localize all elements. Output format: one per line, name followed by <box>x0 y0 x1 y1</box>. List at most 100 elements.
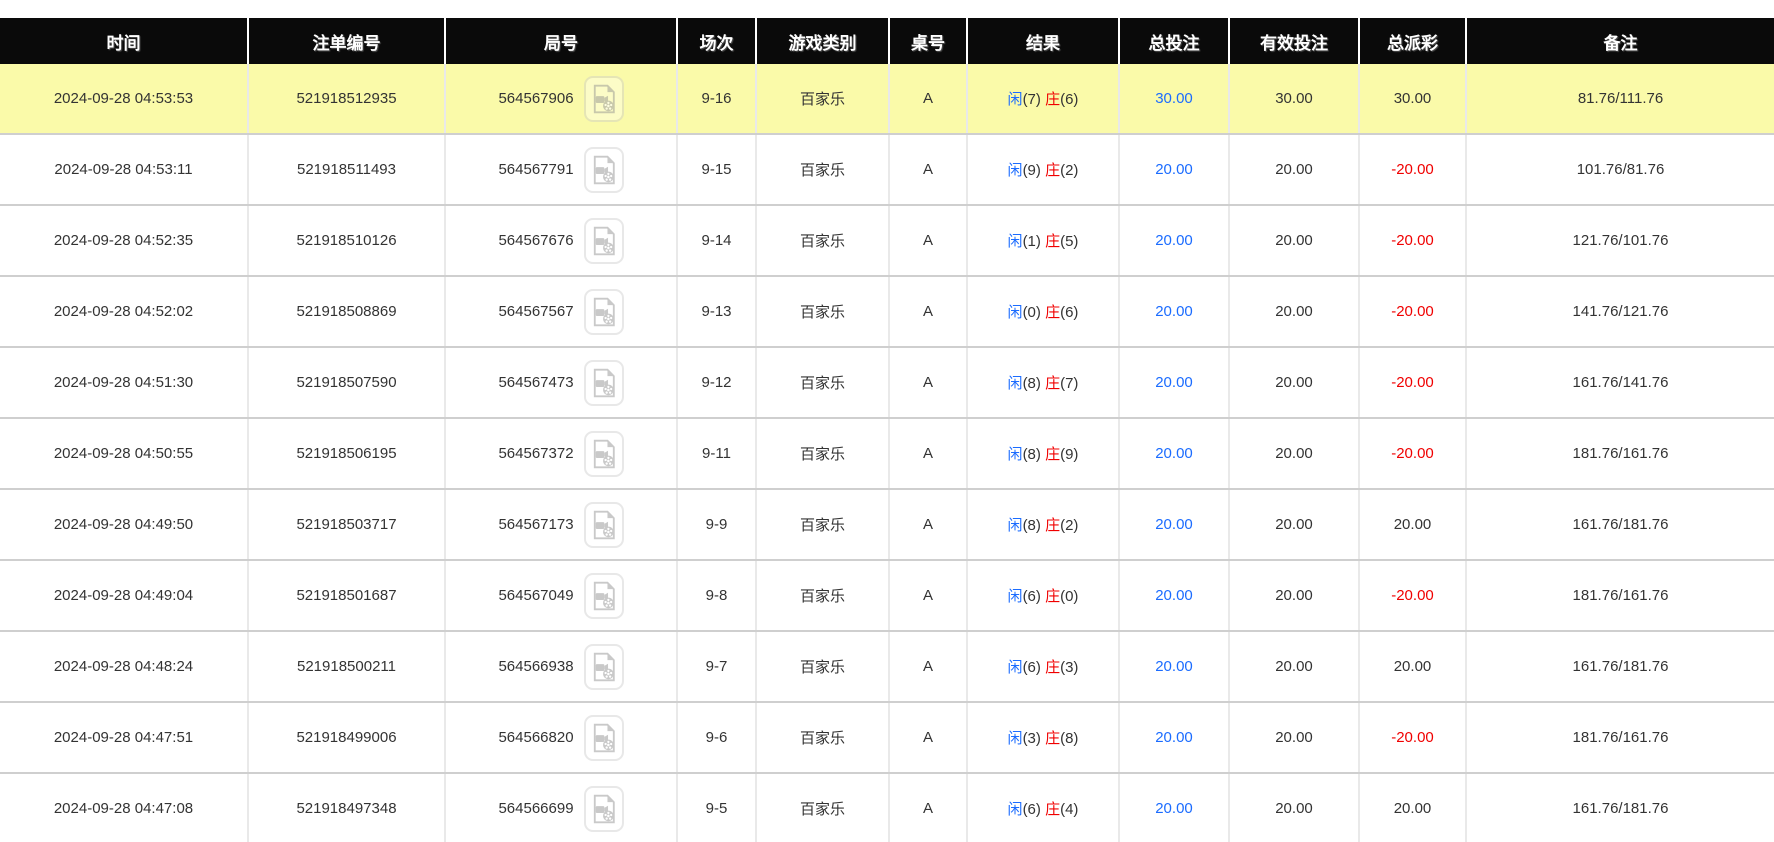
cell-payout: 30.00 <box>1359 64 1466 134</box>
result-player-score: (9) <box>1023 162 1041 179</box>
cell-payout: -20.00 <box>1359 134 1466 205</box>
cell-payout: -20.00 <box>1359 205 1466 276</box>
cell-session: 9-5 <box>677 773 756 842</box>
table-row: 2024-09-28 04:47:51 521918499006 5645668… <box>0 702 1774 773</box>
table-row: 2024-09-28 04:52:02 521918508869 5645675… <box>0 276 1774 347</box>
table-row: 2024-09-28 04:49:50 521918503717 5645671… <box>0 489 1774 560</box>
cell-time: 2024-09-28 04:50:55 <box>0 418 248 489</box>
result-player-label: 闲 <box>1008 162 1023 179</box>
result-player-label: 闲 <box>1008 446 1023 463</box>
video-replay-button[interactable] <box>584 786 624 832</box>
cell-result: 闲(0) 庄(6) <box>967 276 1119 347</box>
result-banker-label: 庄 <box>1045 446 1060 463</box>
cell-valid-bet: 20.00 <box>1229 347 1359 418</box>
cell-valid-bet: 30.00 <box>1229 64 1359 134</box>
table-row: 2024-09-28 04:48:24 521918500211 5645669… <box>0 631 1774 702</box>
cell-valid-bet: 20.00 <box>1229 134 1359 205</box>
cell-game-type: 百家乐 <box>756 773 889 842</box>
cell-table-no: A <box>889 631 967 702</box>
col-header-total-bet: 总投注 <box>1119 18 1229 64</box>
cell-game-type: 百家乐 <box>756 205 889 276</box>
cell-session: 9-8 <box>677 560 756 631</box>
cell-total-bet[interactable]: 30.00 <box>1119 64 1229 134</box>
video-file-icon <box>590 723 618 753</box>
round-id-text: 564566820 <box>498 729 573 746</box>
video-replay-button[interactable] <box>584 147 624 193</box>
cell-remark: 161.76/181.76 <box>1466 773 1774 842</box>
result-player-label: 闲 <box>1008 730 1023 747</box>
cell-total-bet[interactable]: 20.00 <box>1119 418 1229 489</box>
cell-remark: 181.76/161.76 <box>1466 560 1774 631</box>
cell-round-id: 564567567 <box>445 276 677 347</box>
cell-total-bet[interactable]: 20.00 <box>1119 205 1229 276</box>
cell-total-bet[interactable]: 20.00 <box>1119 347 1229 418</box>
cell-time: 2024-09-28 04:51:30 <box>0 347 248 418</box>
result-player-score: (3) <box>1023 730 1041 747</box>
col-header-round-id: 局号 <box>445 18 677 64</box>
cell-total-bet[interactable]: 20.00 <box>1119 276 1229 347</box>
cell-table-no: A <box>889 347 967 418</box>
cell-table-no: A <box>889 702 967 773</box>
cell-bet-id: 521918512935 <box>248 64 445 134</box>
cell-total-bet[interactable]: 20.00 <box>1119 773 1229 842</box>
cell-game-type: 百家乐 <box>756 560 889 631</box>
col-header-session: 场次 <box>677 18 756 64</box>
result-player-label: 闲 <box>1008 588 1023 605</box>
cell-bet-id: 521918507590 <box>248 347 445 418</box>
cell-bet-id: 521918497348 <box>248 773 445 842</box>
cell-round-id: 564566820 <box>445 702 677 773</box>
video-replay-button[interactable] <box>584 715 624 761</box>
result-player-score: (8) <box>1023 517 1041 534</box>
cell-game-type: 百家乐 <box>756 489 889 560</box>
cell-total-bet[interactable]: 20.00 <box>1119 560 1229 631</box>
cell-table-no: A <box>889 276 967 347</box>
video-replay-button[interactable] <box>584 431 624 477</box>
result-banker-score: (2) <box>1060 162 1078 179</box>
cell-game-type: 百家乐 <box>756 631 889 702</box>
cell-bet-id: 521918510126 <box>248 205 445 276</box>
cell-bet-id: 521918506195 <box>248 418 445 489</box>
video-replay-button[interactable] <box>584 218 624 264</box>
cell-total-bet[interactable]: 20.00 <box>1119 134 1229 205</box>
table-header: 时间 注单编号 局号 场次 游戏类别 桌号 结果 总投注 有效投注 总派彩 备注 <box>0 18 1774 64</box>
cell-total-bet[interactable]: 20.00 <box>1119 702 1229 773</box>
result-player-score: (7) <box>1023 91 1041 108</box>
cell-payout: 20.00 <box>1359 489 1466 560</box>
video-replay-button[interactable] <box>584 573 624 619</box>
cell-total-bet[interactable]: 20.00 <box>1119 631 1229 702</box>
cell-time: 2024-09-28 04:52:35 <box>0 205 248 276</box>
cell-session: 9-9 <box>677 489 756 560</box>
cell-session: 9-7 <box>677 631 756 702</box>
result-player-score: (6) <box>1023 659 1041 676</box>
cell-time: 2024-09-28 04:47:08 <box>0 773 248 842</box>
result-banker-score: (4) <box>1060 801 1078 818</box>
video-file-icon <box>590 155 618 185</box>
cell-bet-id: 521918499006 <box>248 702 445 773</box>
result-player-label: 闲 <box>1008 304 1023 321</box>
cell-round-id: 564567049 <box>445 560 677 631</box>
cell-total-bet[interactable]: 20.00 <box>1119 489 1229 560</box>
cell-table-no: A <box>889 560 967 631</box>
video-replay-button[interactable] <box>584 502 624 548</box>
cell-session: 9-6 <box>677 702 756 773</box>
cell-result: 闲(6) 庄(3) <box>967 631 1119 702</box>
video-replay-button[interactable] <box>584 289 624 335</box>
table-row: 2024-09-28 04:51:30 521918507590 5645674… <box>0 347 1774 418</box>
cell-result: 闲(8) 庄(9) <box>967 418 1119 489</box>
col-header-time: 时间 <box>0 18 248 64</box>
cell-table-no: A <box>889 773 967 842</box>
result-banker-label: 庄 <box>1045 375 1060 392</box>
video-file-icon <box>590 581 618 611</box>
cell-round-id: 564567906 <box>445 64 677 134</box>
video-file-icon <box>590 652 618 682</box>
col-header-payout: 总派彩 <box>1359 18 1466 64</box>
video-replay-button[interactable] <box>584 360 624 406</box>
round-id-text: 564567567 <box>498 303 573 320</box>
cell-valid-bet: 20.00 <box>1229 418 1359 489</box>
cell-remark: 161.76/181.76 <box>1466 631 1774 702</box>
cell-remark: 161.76/181.76 <box>1466 489 1774 560</box>
col-header-game-type: 游戏类别 <box>756 18 889 64</box>
video-replay-button[interactable] <box>584 76 624 122</box>
result-player-label: 闲 <box>1008 91 1023 108</box>
video-replay-button[interactable] <box>584 644 624 690</box>
